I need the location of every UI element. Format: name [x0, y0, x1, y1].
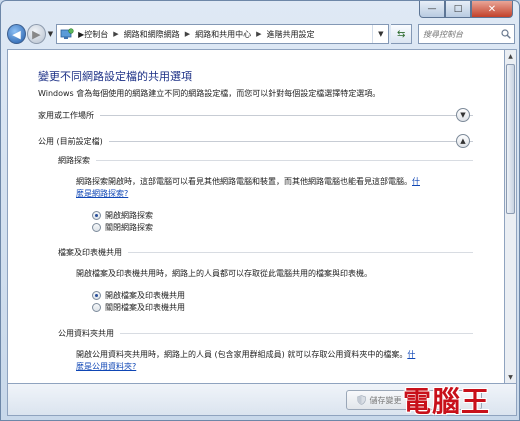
- public-folder-heading: 公用資料夾共用: [58, 327, 473, 339]
- control-panel-icon: [60, 28, 74, 39]
- search-box[interactable]: [418, 24, 515, 44]
- network-discovery-description: 網路探索開啟時，這部電腦可以看見其他網路電腦和裝置，而其他網路電腦也能看見這部電…: [76, 176, 476, 200]
- subsection-divider: [96, 159, 473, 161]
- chevron-down-icon: ▼: [460, 111, 466, 119]
- back-button[interactable]: ◀: [7, 24, 26, 44]
- subsection-label: 網路探索: [58, 155, 90, 165]
- breadcrumb-label: 控制台: [84, 29, 109, 39]
- maximize-button[interactable]: □: [445, 1, 471, 18]
- what-is-public-folder-link[interactable]: 什: [407, 350, 415, 359]
- breadcrumb-label: 進階共用設定: [266, 29, 315, 39]
- forward-arrow-icon: ▶: [32, 27, 41, 41]
- profile-header-home-work[interactable]: 家用或工作場所: [38, 108, 473, 122]
- breadcrumb-separator[interactable]: ▶: [113, 30, 118, 38]
- radio-turn-on-file-printer[interactable]: 開啟檔案及印表機共用: [92, 289, 185, 301]
- close-button[interactable]: ✕: [471, 1, 513, 18]
- breadcrumb-separator[interactable]: ▶: [256, 30, 261, 38]
- subsection-label: 公用資料夾共用: [58, 328, 114, 338]
- profile-label: 公用 (目前設定檔): [38, 136, 103, 146]
- radio-label: 開啟檔案及印表機共用: [105, 290, 185, 300]
- breadcrumb-label: 網路和網際網路: [123, 29, 180, 39]
- refresh-icon: ⇆: [396, 28, 406, 40]
- save-label: 儲存變更: [369, 395, 402, 405]
- settings-content-pane: 變更不同網路設定檔的共用選項 Windows 會為每個使用的網路建立不同的網路設…: [7, 49, 505, 384]
- file-printer-description: 開啟檔案及印表機共用時，網路上的人員都可以存取從此電腦共用的檔案與印表機。: [76, 269, 372, 278]
- breadcrumb-label: 網路和共用中心: [195, 29, 252, 39]
- section-divider: [108, 140, 473, 142]
- recent-pages-dropdown[interactable]: ▼: [48, 30, 53, 38]
- scroll-down-arrow-icon[interactable]: ▼: [505, 371, 516, 383]
- minimize-icon: —: [427, 4, 437, 14]
- scrollbar-thumb[interactable]: [506, 64, 515, 214]
- back-arrow-icon: ◀: [12, 27, 21, 41]
- control-panel-window: — □ ✕ ◀ ▶ ▼ ▶ 控制台 ▶ 網路和網際網路 ▶ 網路和共用中心 ▶ …: [0, 0, 520, 421]
- close-icon: ✕: [487, 3, 497, 15]
- address-bar[interactable]: ▶ 控制台 ▶ 網路和網際網路 ▶ 網路和共用中心 ▶ 進階共用設定 ▼: [56, 24, 390, 44]
- refresh-button[interactable]: ⇆: [391, 24, 412, 44]
- breadcrumb-item-advanced-sharing[interactable]: 進階共用設定: [266, 29, 314, 40]
- description-text: 網路探索開啟時，這部電腦可以看見其他網路電腦和裝置，而其他網路電腦也能看見這部電…: [76, 177, 412, 186]
- radio-label: 關閉檔案及印表機共用: [105, 302, 185, 312]
- network-discovery-heading: 網路探索: [58, 154, 473, 166]
- watermark-logo: 電腦王: [403, 385, 491, 418]
- file-printer-heading: 檔案及印表機共用: [58, 246, 473, 258]
- radio-selected-icon[interactable]: [92, 290, 101, 300]
- profile-label: 家用或工作場所: [38, 110, 94, 120]
- what-is-public-folder-link-cont[interactable]: 麼是公用資料夾?: [76, 362, 136, 371]
- public-folder-description: 開啟公用資料夾共用時，網路上的人員 (包含家用群組成員) 就可以存取公用資料夾中…: [76, 349, 476, 373]
- subsection-divider: [120, 332, 473, 334]
- forward-button[interactable]: ▶: [26, 24, 46, 44]
- section-divider: [100, 114, 473, 116]
- radio-label: 開啟網路探索: [105, 210, 153, 220]
- vertical-scrollbar[interactable]: ▲ ▼: [505, 49, 517, 384]
- subsection-label: 檔案及印表機共用: [58, 247, 122, 257]
- caption-buttons: — □ ✕: [419, 1, 513, 19]
- search-icon: [501, 29, 511, 39]
- maximize-icon: □: [453, 4, 463, 14]
- breadcrumb-item-network-sharing-center[interactable]: 網路和共用中心 ▶: [195, 29, 266, 40]
- address-history-dropdown[interactable]: ▼: [372, 25, 388, 43]
- radio-label: 關閉網路探索: [105, 222, 153, 232]
- breadcrumb-item-network-internet[interactable]: 網路和網際網路 ▶: [124, 29, 195, 40]
- radio-unselected-icon[interactable]: [92, 302, 101, 312]
- breadcrumb-item-control-panel[interactable]: 控制台 ▶: [84, 29, 123, 40]
- radio-unselected-icon[interactable]: [92, 222, 101, 232]
- expand-home-work-button[interactable]: ▼: [456, 108, 470, 122]
- chevron-up-icon: ▲: [460, 137, 466, 145]
- uac-shield-icon: [356, 395, 366, 405]
- page-title: 變更不同網路設定檔的共用選項: [38, 70, 192, 83]
- search-input[interactable]: [423, 29, 501, 39]
- radio-turn-on-discovery[interactable]: 開啟網路探索: [92, 209, 153, 221]
- breadcrumb-separator[interactable]: ▶: [185, 30, 190, 38]
- subsection-divider: [128, 251, 473, 253]
- radio-turn-off-file-printer[interactable]: 關閉檔案及印表機共用: [92, 301, 185, 313]
- what-is-network-discovery-link[interactable]: 什: [412, 177, 420, 186]
- radio-selected-icon[interactable]: [92, 210, 101, 220]
- profile-header-public[interactable]: 公用 (目前設定檔): [38, 134, 473, 148]
- what-is-network-discovery-link-cont[interactable]: 麼是網路探索?: [76, 189, 128, 198]
- description-text: 開啟公用資料夾共用時，網路上的人員 (包含家用群組成員) 就可以存取公用資料夾中…: [76, 350, 408, 359]
- collapse-public-button[interactable]: ▲: [456, 134, 470, 148]
- radio-turn-off-discovery[interactable]: 關閉網路探索: [92, 221, 153, 233]
- navigation-bar: ◀ ▶ ▼ ▶ 控制台 ▶ 網路和網際網路 ▶ 網路和共用中心 ▶ 進階共用設定…: [7, 21, 515, 47]
- minimize-button[interactable]: —: [419, 1, 445, 18]
- scroll-up-arrow-icon[interactable]: ▲: [505, 50, 516, 62]
- page-description: Windows 會為每個使用的網路建立不同的網路設定檔，而您可以針對每個設定檔選…: [38, 89, 381, 98]
